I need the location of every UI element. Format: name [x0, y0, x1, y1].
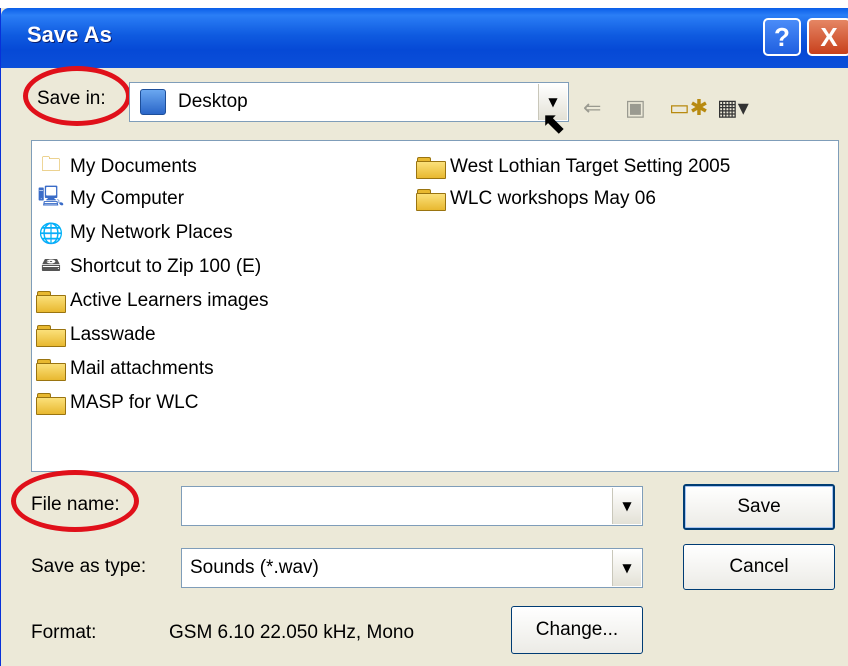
- list-item-label: Mail attachments: [70, 358, 214, 379]
- list-item-label: My Documents: [70, 156, 197, 177]
- list-item-label: Lasswade: [70, 324, 156, 345]
- file-name-dropdown-button[interactable]: ▼: [612, 488, 641, 524]
- list-item-label: My Network Places: [70, 222, 233, 243]
- list-item[interactable]: WLC workshops May 06: [416, 185, 656, 213]
- list-item-label: Active Learners images: [70, 290, 269, 311]
- list-item[interactable]: West Lothian Target Setting 2005: [416, 153, 730, 181]
- change-button[interactable]: Change...: [511, 606, 643, 654]
- list-item[interactable]: Lasswade: [36, 321, 156, 349]
- network-places-icon: 🌐: [38, 222, 64, 245]
- file-name-label: File name:: [31, 494, 120, 515]
- save-as-dialog: Save As ? X Save in: Desktop ▼ ⇐ ▣ ▭✱ ▦▾…: [0, 8, 848, 666]
- mouse-cursor-icon: ⬉: [541, 106, 567, 141]
- list-item[interactable]: Active Learners images: [36, 287, 269, 315]
- zip-drive-icon: 🖴: [40, 254, 62, 276]
- list-item[interactable]: 🖳 My Computer: [36, 185, 184, 213]
- view-menu-icon[interactable]: ▦▾: [717, 96, 749, 121]
- save-in-value: Desktop: [178, 91, 248, 112]
- save-as-type-label: Save as type:: [31, 556, 147, 577]
- my-documents-icon: 🗀: [41, 154, 61, 176]
- save-in-label: Save in:: [37, 88, 106, 109]
- save-as-type-dropdown-button[interactable]: ▼: [612, 550, 641, 586]
- list-item-label: WLC workshops May 06: [450, 188, 656, 209]
- format-value: GSM 6.10 22.050 kHz, Mono: [169, 622, 415, 643]
- cancel-button[interactable]: Cancel: [683, 544, 835, 590]
- file-list[interactable]: 🗀 My Documents 🖳 My Computer 🌐 My Networ…: [31, 140, 839, 472]
- close-button[interactable]: X: [807, 18, 848, 56]
- list-item-label: MASP for WLC: [70, 392, 199, 413]
- list-item[interactable]: 🌐 My Network Places: [36, 219, 233, 247]
- close-icon: X: [820, 21, 838, 52]
- chevron-down-icon: ▼: [622, 499, 632, 513]
- back-icon[interactable]: ⇐: [583, 96, 601, 121]
- title-bar[interactable]: Save As ? X: [1, 8, 848, 68]
- folder-icon: [416, 157, 446, 179]
- list-item[interactable]: 🖴 Shortcut to Zip 100 (E): [36, 253, 261, 281]
- file-name-field[interactable]: ▼: [181, 486, 643, 526]
- my-computer-icon: 🖳: [37, 186, 65, 208]
- list-item-label: West Lothian Target Setting 2005: [450, 156, 731, 177]
- save-button[interactable]: Save: [683, 484, 835, 530]
- help-button[interactable]: ?: [763, 18, 801, 56]
- folder-icon: [36, 393, 66, 415]
- list-item[interactable]: MASP for WLC: [36, 389, 198, 417]
- desktop-icon: [140, 89, 166, 115]
- list-item-label: Shortcut to Zip 100 (E): [70, 256, 262, 277]
- folder-icon: [36, 291, 66, 313]
- list-item[interactable]: 🗀 My Documents: [36, 153, 197, 181]
- folder-icon: [36, 325, 66, 347]
- window-title: Save As: [27, 22, 112, 47]
- list-item[interactable]: Mail attachments: [36, 355, 214, 383]
- list-item-label: My Computer: [70, 188, 185, 209]
- help-icon: ?: [774, 21, 790, 52]
- up-folder-icon[interactable]: ▣: [625, 96, 646, 121]
- chevron-down-icon: ▼: [622, 561, 632, 575]
- save-as-type-value: Sounds (*.wav): [190, 557, 319, 578]
- format-label: Format:: [31, 622, 97, 643]
- folder-icon: [416, 189, 446, 211]
- save-as-type-dropdown[interactable]: Sounds (*.wav) ▼: [181, 548, 643, 588]
- new-folder-icon[interactable]: ▭✱: [669, 96, 708, 121]
- save-in-dropdown[interactable]: Desktop ▼: [129, 82, 569, 122]
- folder-icon: [36, 359, 66, 381]
